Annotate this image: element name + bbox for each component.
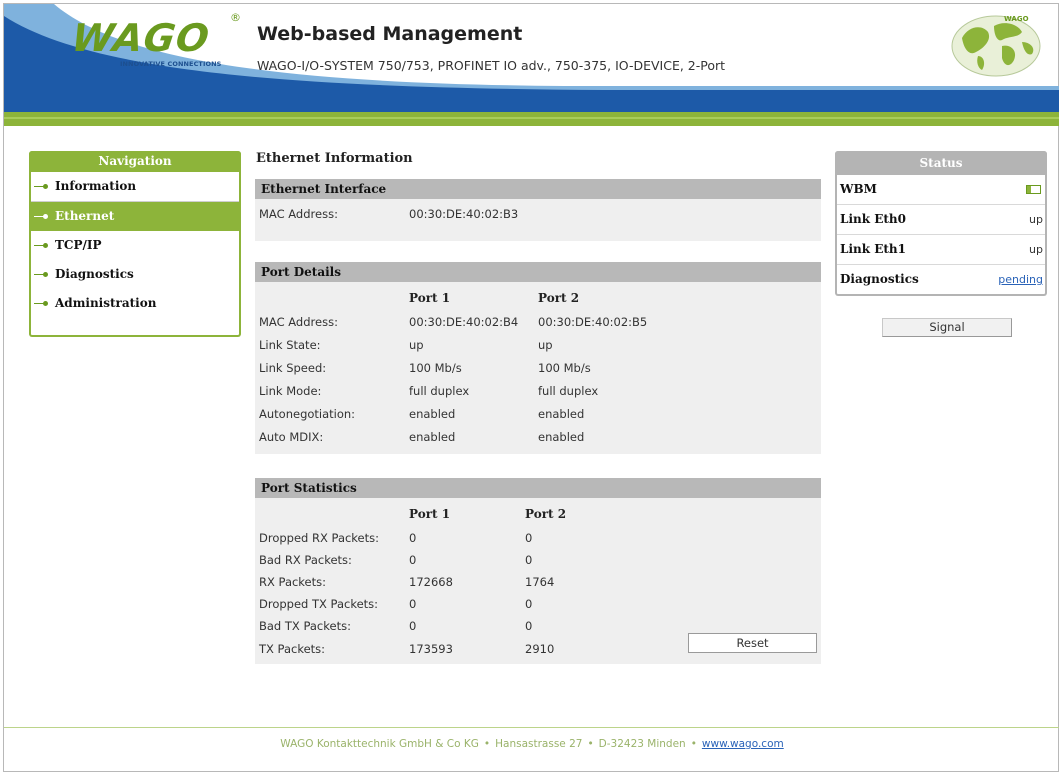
row-label: Link Speed:: [259, 361, 327, 375]
nav-arrow-icon: [34, 184, 48, 189]
footer-divider: [4, 727, 1059, 728]
status-panel: Status WBM Link Eth0 up Link Eth1 up Dia…: [835, 151, 1047, 296]
row-value-port1: full duplex: [409, 384, 470, 398]
signal-button[interactable]: Signal: [882, 318, 1012, 337]
row-value-port2: 1764: [525, 575, 555, 589]
nav-arrow-icon: [34, 243, 48, 248]
column-header-port2: Port 2: [525, 507, 567, 521]
row-value-port1: enabled: [409, 430, 456, 444]
row-value-port1: 00:30:DE:40:02:B4: [409, 315, 519, 329]
nav-arrow-icon: [34, 301, 48, 306]
nav-item-label: Administration: [55, 296, 157, 310]
row-label: Bad RX Packets:: [259, 553, 352, 567]
nav-item-label: TCP/IP: [55, 238, 102, 252]
row-label: Dropped RX Packets:: [259, 531, 380, 545]
status-label: WBM: [840, 182, 877, 196]
row-value-port2: up: [538, 338, 553, 352]
navigation-title: Navigation: [29, 151, 241, 172]
row-value-port1: enabled: [409, 407, 456, 421]
row-value-port2: enabled: [538, 430, 585, 444]
status-row-link-eth1: Link Eth1 up: [837, 235, 1045, 265]
bullet-icon: •: [587, 738, 594, 750]
row-value-port2: 0: [525, 597, 533, 611]
row-value-port2: 100 Mb/s: [538, 361, 591, 375]
nav-item-diagnostics[interactable]: Diagnostics: [31, 260, 239, 289]
row-value-port2: 00:30:DE:40:02:B5: [538, 315, 648, 329]
content-title: Ethernet Information: [256, 151, 413, 166]
status-value: up: [1029, 213, 1043, 226]
port-details-section: Port Details Port 1 Port 2 MAC Address: …: [255, 262, 821, 454]
footer-company: WAGO Kontakttechnik GmbH & Co KG: [280, 738, 479, 750]
row-label: RX Packets:: [259, 575, 327, 589]
row-label: Dropped TX Packets:: [259, 597, 379, 611]
status-label: Link Eth1: [840, 242, 906, 256]
status-label: Link Eth0: [840, 212, 906, 226]
column-header-port1: Port 1: [409, 291, 451, 305]
row-value-port2: enabled: [538, 407, 585, 421]
row-value-port1: 172668: [409, 575, 453, 589]
row-value-port1: 0: [409, 619, 417, 633]
footer-website-link[interactable]: www.wago.com: [702, 738, 784, 750]
footer: WAGO Kontakttechnik GmbH & Co KG • Hansast…: [0, 738, 1064, 750]
row-value-port2: 0: [525, 531, 533, 545]
nav-item-ethernet[interactable]: Ethernet: [31, 202, 239, 231]
row-value-port2: 0: [525, 619, 533, 633]
registered-mark-icon: ®: [230, 11, 241, 24]
row-value-port1: up: [409, 338, 424, 352]
nav-arrow-icon: [34, 272, 48, 277]
column-header-port2: Port 2: [538, 291, 580, 305]
row-value-port2: 2910: [525, 642, 555, 656]
status-label: Diagnostics: [840, 272, 919, 286]
row-value-port1: 0: [409, 597, 417, 611]
row-value-port1: 0: [409, 531, 417, 545]
nav-item-administration[interactable]: Administration: [31, 289, 239, 318]
row-value-port1: 173593: [409, 642, 453, 656]
diagnostics-pending-link[interactable]: pending: [998, 265, 1043, 294]
status-title: Status: [835, 151, 1047, 175]
row-value-port1: 100 Mb/s: [409, 361, 462, 375]
status-row-link-eth0: Link Eth0 up: [837, 205, 1045, 235]
wago-logo: WAGO: [68, 16, 213, 60]
status-value: up: [1029, 243, 1043, 256]
footer-city: D-32423 Minden: [598, 738, 686, 750]
column-header-port1: Port 1: [409, 507, 451, 521]
nav-item-information[interactable]: Information: [31, 172, 239, 202]
footer-address: Hansastrasse 27: [495, 738, 583, 750]
row-label: Link State:: [259, 338, 321, 352]
section-heading: Port Details: [255, 262, 821, 282]
status-row-wbm: WBM: [837, 175, 1045, 205]
nav-item-tcpip[interactable]: TCP/IP: [31, 231, 239, 260]
bullet-icon: •: [690, 738, 697, 750]
bullet-icon: •: [483, 738, 491, 750]
globe-label: WAGO: [1004, 15, 1029, 23]
page-title: Web-based Management: [257, 23, 523, 45]
wbm-indicator-icon: [1026, 185, 1041, 194]
nav-item-label: Ethernet: [55, 209, 115, 223]
nav-item-label: Diagnostics: [55, 267, 134, 281]
row-value-port2: 0: [525, 553, 533, 567]
row-label: MAC Address:: [259, 315, 338, 329]
port-statistics-section: Port Statistics Port 1 Port 2 Dropped RX…: [255, 478, 821, 664]
status-row-diagnostics: Diagnostics pending: [837, 265, 1045, 294]
logo-tagline: INNOVATIVE CONNECTIONS: [120, 60, 222, 68]
row-value-port2: full duplex: [538, 384, 599, 398]
ethernet-interface-section: Ethernet Interface MAC Address: 00:30:DE…: [255, 179, 821, 241]
globe-icon: WAGO: [951, 15, 1041, 77]
row-value-port1: 0: [409, 553, 417, 567]
row-label: Autonegotiation:: [259, 407, 356, 421]
reset-button[interactable]: Reset: [688, 633, 817, 653]
row-label: Link Mode:: [259, 384, 322, 398]
section-heading: Ethernet Interface: [255, 179, 821, 199]
row-label: Auto MDIX:: [259, 430, 324, 444]
mac-address-value: 00:30:DE:40:02:B3: [409, 207, 519, 221]
nav-arrow-icon: [34, 214, 48, 219]
section-heading: Port Statistics: [255, 478, 821, 498]
nav-item-label: Information: [55, 179, 137, 193]
device-description: WAGO-I/O-SYSTEM 750/753, PROFINET IO adv…: [257, 58, 726, 73]
header: WAGO ® INNOVATIVE CONNECTIONS Web-based …: [4, 4, 1059, 126]
mac-address-label: MAC Address:: [259, 207, 338, 221]
navigation-panel: Navigation Information Ethernet TCP/IP D…: [29, 151, 241, 337]
row-label: Bad TX Packets:: [259, 619, 351, 633]
row-label: TX Packets:: [259, 642, 326, 656]
